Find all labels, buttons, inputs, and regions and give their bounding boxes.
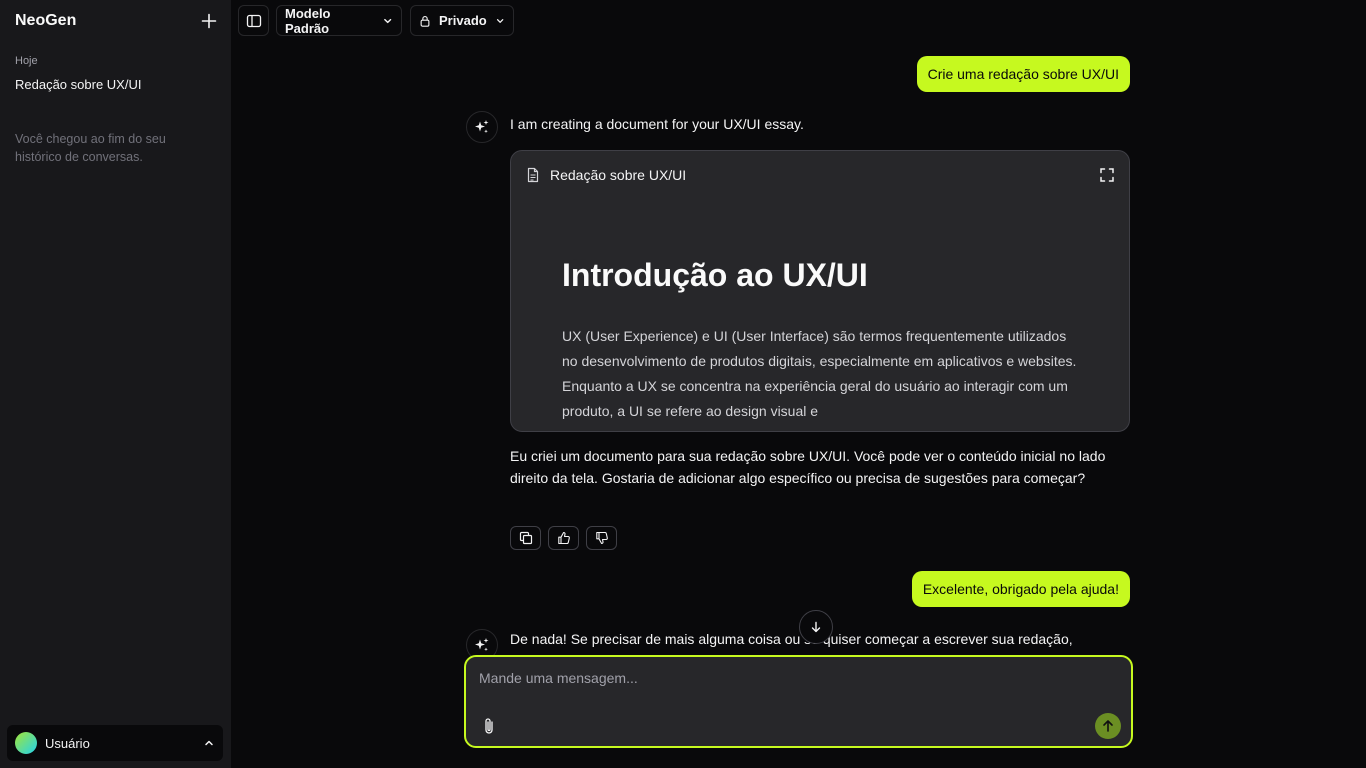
user-message: Excelente, obrigado pela ajuda! (911, 571, 1130, 607)
paperclip-icon (485, 718, 493, 734)
file-text-icon (527, 167, 539, 183)
thumbs-up-button[interactable] (548, 526, 579, 550)
avatar (15, 732, 37, 754)
model-select-label: Modelo Padrão (285, 5, 331, 36)
fullscreen-icon[interactable] (1099, 167, 1115, 183)
thumbs-down-button[interactable] (586, 526, 617, 550)
copy-icon (519, 531, 532, 545)
thumbs-down-icon (595, 531, 608, 545)
message-input[interactable] (479, 667, 1099, 689)
visibility-select[interactable]: Privado (410, 5, 514, 36)
sidebar-item-redacao[interactable]: Redação sobre UX/UI (15, 77, 141, 92)
visibility-select-label: Privado (439, 13, 487, 28)
sidebar-toggle-button[interactable] (238, 5, 269, 36)
user-name: Usuário (45, 735, 90, 751)
new-chat-button[interactable] (199, 11, 219, 31)
document-body: UX (User Experience) e UI (User Interfac… (562, 328, 1077, 419)
assistant-message: I am creating a document for your UX/UI … (510, 116, 804, 132)
history-section-label: Hoje (15, 55, 38, 67)
document-heading: Introdução ao UX/UI (562, 257, 868, 293)
send-button[interactable] (1095, 713, 1121, 739)
document-header: Redação sobre UX/UI (526, 167, 686, 183)
assistant-message: Eu criei um documento para sua redação s… (510, 448, 1106, 486)
copy-button[interactable] (510, 526, 541, 550)
document-preview-card[interactable]: Redação sobre UX/UI Introdução ao UX/UI … (510, 150, 1130, 432)
user-message: Crie uma redação sobre UX/UI (916, 56, 1130, 92)
chevron-down-icon (496, 18, 504, 23)
document-title: Redação sobre UX/UI (550, 167, 687, 183)
assistant-message: De nada! Se precisar de mais alguma cois… (510, 631, 1073, 647)
attach-button[interactable] (480, 716, 498, 736)
plus-icon (201, 13, 217, 29)
model-select[interactable]: Modelo Padrão (276, 5, 402, 36)
thumbs-up-icon (557, 531, 570, 545)
message-actions (510, 526, 617, 550)
arrow-up-icon (1103, 720, 1113, 732)
lock-icon (420, 15, 430, 27)
assistant-avatar (466, 111, 498, 143)
sidebar: NeoGen Hoje Redação sobre UX/UI Você che… (0, 0, 231, 768)
arrow-down-icon (811, 621, 821, 633)
message-composer (464, 655, 1133, 748)
sparkles-icon (475, 638, 489, 652)
scroll-to-bottom-button[interactable] (799, 610, 833, 644)
chevron-down-icon (383, 18, 391, 23)
sparkles-icon (475, 120, 489, 134)
user-menu-button[interactable]: Usuário (7, 725, 223, 761)
sidebar-icon (246, 14, 261, 27)
chevron-up-icon (205, 740, 213, 746)
app: NeoGen Hoje Redação sobre UX/UI Você che… (0, 0, 1366, 768)
app-brand: NeoGen (15, 12, 77, 29)
history-end-message: Você chegou ao fim do seu histórico de c… (15, 132, 166, 164)
